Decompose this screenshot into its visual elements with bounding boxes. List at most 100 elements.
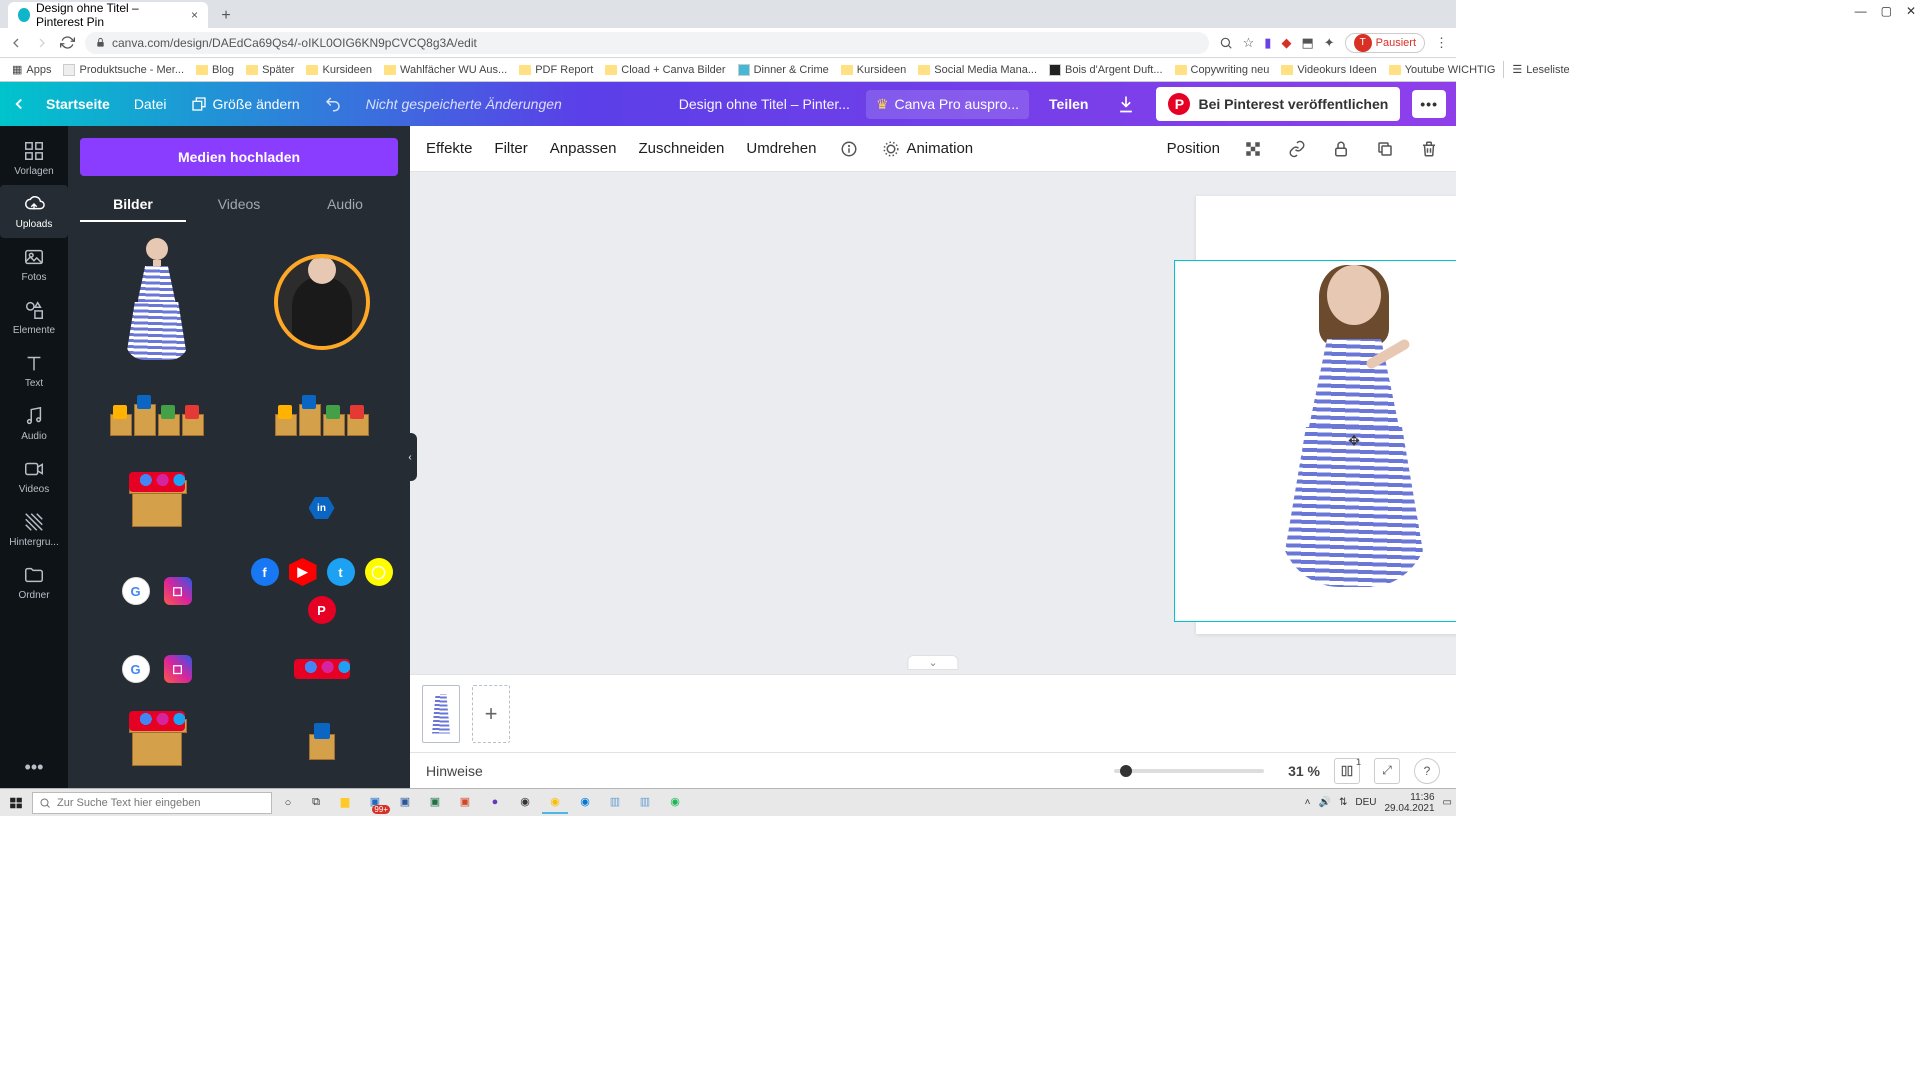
close-window-icon[interactable]: ✕ — [1906, 4, 1916, 18]
bookmark-item[interactable]: Später — [242, 62, 298, 78]
fullscreen-icon[interactable]: ⤢ — [1374, 758, 1400, 784]
rail-videos[interactable]: Videos — [0, 450, 68, 503]
toolbar-animation[interactable]: Animation — [882, 140, 973, 158]
taskbar-obs-icon[interactable]: ◉ — [512, 792, 538, 814]
close-tab-icon[interactable]: × — [191, 8, 198, 22]
bookmark-apps[interactable]: ▦Apps — [8, 61, 55, 78]
bookmark-item[interactable]: Youtube WICHTIG — [1385, 62, 1500, 78]
grid-view-button[interactable]: 1 — [1334, 758, 1360, 784]
taskbar-word-icon[interactable]: ▣ — [392, 792, 418, 814]
share-button[interactable]: Teilen — [1041, 90, 1096, 118]
taskbar-mail-icon[interactable]: ▣99+ — [362, 792, 388, 814]
zoom-icon[interactable] — [1219, 36, 1233, 50]
upload-thumb-linkedin-box[interactable] — [245, 714, 398, 780]
new-tab-button[interactable]: + — [214, 4, 238, 28]
tab-videos[interactable]: Videos — [186, 188, 292, 222]
task-view-icon[interactable]: ⧉ — [304, 792, 328, 814]
back-icon[interactable] — [8, 35, 24, 51]
bookmark-star-icon[interactable]: ☆ — [1243, 35, 1255, 51]
page-controls-toggle[interactable]: ⌄ — [907, 655, 958, 670]
help-icon[interactable]: ? — [1414, 758, 1440, 784]
extensions-puzzle-icon[interactable]: ✦ — [1324, 35, 1335, 51]
bookmark-item[interactable]: Wahlfächer WU Aus... — [380, 62, 511, 78]
taskbar-search[interactable]: Zur Suche Text hier eingeben — [32, 792, 272, 814]
transparency-icon[interactable] — [1242, 138, 1264, 160]
notes-button[interactable]: Hinweise — [426, 763, 483, 779]
tab-bilder[interactable]: Bilder — [80, 188, 186, 222]
selected-image[interactable]: ✥ — [1174, 260, 1456, 622]
tray-wifi-icon[interactable]: ⇅ — [1339, 797, 1347, 808]
upload-thumb-avatar[interactable] — [245, 234, 398, 370]
extension-icon-2[interactable]: ◆ — [1281, 35, 1291, 51]
duplicate-icon[interactable] — [1374, 138, 1396, 160]
tray-chevron-icon[interactable]: ˄ — [1305, 797, 1311, 808]
upload-thumb-boxes-1[interactable] — [80, 382, 233, 458]
canvas-viewport[interactable]: ✥ ⌄ — [410, 172, 1456, 674]
toolbar-anpassen[interactable]: Anpassen — [550, 140, 617, 157]
rail-vorlagen[interactable]: Vorlagen — [0, 132, 68, 185]
rail-text[interactable]: Text — [0, 344, 68, 397]
info-icon[interactable] — [838, 138, 860, 160]
back-chevron-icon[interactable] — [10, 95, 28, 113]
page-thumb-1[interactable] — [422, 685, 460, 743]
try-pro-button[interactable]: ♛ Canva Pro auspro... — [866, 90, 1029, 119]
upload-thumb-icons-1[interactable]: G◻ — [80, 558, 233, 624]
paused-pill[interactable]: T Pausiert — [1345, 33, 1425, 53]
bookmark-item[interactable]: Dinner & Crime — [734, 62, 833, 78]
rail-uploads[interactable]: Uploads — [0, 185, 68, 238]
bookmark-item[interactable]: Blog — [192, 62, 238, 78]
taskbar-app-icon[interactable]: ● — [482, 792, 508, 814]
tray-language[interactable]: DEU — [1355, 797, 1376, 808]
taskbar-app-icon-2[interactable]: ▥ — [632, 792, 658, 814]
taskbar-clock[interactable]: 11:36 29.04.2021 — [1384, 792, 1434, 814]
extension-icon-3[interactable]: ⬒ — [1301, 35, 1313, 51]
bookmark-item[interactable]: Kursideen — [302, 62, 376, 78]
forward-icon[interactable] — [34, 35, 50, 51]
upload-thumb-socialbox[interactable] — [80, 470, 233, 546]
taskbar-spotify-icon[interactable]: ◉ — [662, 792, 688, 814]
rail-ordner[interactable]: Ordner — [0, 556, 68, 609]
start-menu-icon[interactable] — [4, 792, 28, 814]
taskbar-notepad-icon[interactable]: ▥ — [602, 792, 628, 814]
publish-pinterest-button[interactable]: P Bei Pinterest veröffentlichen — [1156, 87, 1400, 121]
taskbar-chrome-icon[interactable]: ◉ — [542, 792, 568, 814]
tray-volume-icon[interactable]: 🔊 — [1319, 797, 1331, 808]
rail-hintergrund[interactable]: Hintergru... — [0, 503, 68, 556]
tab-audio[interactable]: Audio — [292, 188, 398, 222]
resize-button[interactable]: Größe ändern — [185, 92, 306, 116]
rail-audio[interactable]: Audio — [0, 397, 68, 450]
upload-thumb-social-cluster[interactable] — [245, 636, 398, 702]
toolbar-umdrehen[interactable]: Umdrehen — [746, 140, 816, 157]
lock-icon[interactable] — [1330, 138, 1352, 160]
cortana-icon[interactable]: ○ — [276, 792, 300, 814]
rail-more[interactable]: ••• — [0, 747, 68, 788]
upload-thumb-icons-2[interactable]: f▶t◯P — [245, 558, 398, 624]
reload-icon[interactable] — [60, 35, 75, 50]
maximize-icon[interactable]: ▢ — [1881, 4, 1892, 18]
taskbar-excel-icon[interactable]: ▣ — [422, 792, 448, 814]
bookmark-item[interactable]: Videokurs Ideen — [1277, 62, 1380, 78]
undo-icon[interactable] — [318, 91, 348, 117]
trash-icon[interactable] — [1418, 138, 1440, 160]
add-page-button[interactable]: + — [472, 685, 510, 743]
upload-thumb-dress[interactable] — [80, 234, 233, 370]
bookmark-item[interactable]: Produktsuche - Mer... — [59, 62, 188, 78]
reading-list[interactable]: ☰Leseliste — [1503, 61, 1573, 78]
upload-thumb-socialbox-2[interactable] — [80, 714, 233, 780]
bookmark-item[interactable]: Copywriting neu — [1171, 62, 1274, 78]
bookmark-item[interactable]: Cload + Canva Bilder — [601, 62, 729, 78]
more-menu-button[interactable]: ••• — [1412, 90, 1446, 118]
download-icon[interactable] — [1108, 88, 1144, 120]
slider-knob[interactable] — [1120, 765, 1132, 777]
taskbar-explorer-icon[interactable]: ▆ — [332, 792, 358, 814]
toolbar-zuschneiden[interactable]: Zuschneiden — [638, 140, 724, 157]
bookmark-item[interactable]: Social Media Mana... — [914, 62, 1041, 78]
link-icon[interactable] — [1286, 138, 1308, 160]
upload-media-button[interactable]: Medien hochladen — [80, 138, 398, 176]
toolbar-position[interactable]: Position — [1167, 140, 1220, 157]
upload-thumb-linkedin-hex[interactable]: in — [245, 470, 398, 546]
address-bar[interactable]: canva.com/design/DAEdCa69Qs4/-oIKL0OIG6K… — [85, 32, 1209, 54]
rail-fotos[interactable]: Fotos — [0, 238, 68, 291]
upload-thumb-boxes-2[interactable] — [245, 382, 398, 458]
extension-icon[interactable]: ▮ — [1264, 35, 1271, 51]
